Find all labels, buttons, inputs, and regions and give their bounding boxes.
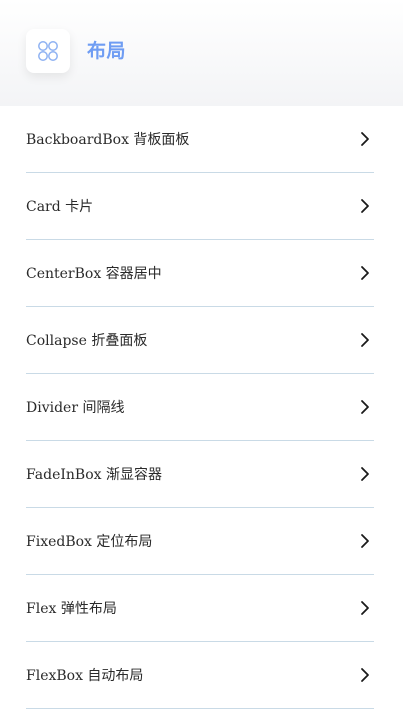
category-icon-badge: [26, 29, 70, 73]
list-item-label: CenterBox 容器居中: [26, 266, 162, 282]
list-item-flexbox[interactable]: FlexBox 自动布局: [26, 642, 374, 709]
list-item-fixedbox[interactable]: FixedBox 定位布局: [26, 508, 374, 575]
page-header: 布局: [0, 0, 403, 106]
chevron-right-icon: [360, 265, 370, 281]
list-item-fadeinbox[interactable]: FadeInBox 渐显容器: [26, 441, 374, 508]
list-item-card[interactable]: Card 卡片: [26, 173, 374, 240]
chevron-right-icon: [360, 466, 370, 482]
list-item-label: FixedBox 定位布局: [26, 534, 153, 550]
list-item-label: FadeInBox 渐显容器: [26, 467, 162, 483]
list-item-collapse[interactable]: Collapse 折叠面板: [26, 307, 374, 374]
chevron-right-icon: [360, 399, 370, 415]
page-title: 布局: [87, 40, 127, 62]
chevron-right-icon: [360, 600, 370, 616]
list-item-label: BackboardBox 背板面板: [26, 132, 190, 148]
component-list: BackboardBox 背板面板 Card 卡片 CenterBox 容器居中…: [26, 106, 374, 709]
chevron-right-icon: [360, 533, 370, 549]
list-item-label: FlexBox 自动布局: [26, 668, 144, 684]
chevron-right-icon: [360, 332, 370, 348]
chevron-right-icon: [360, 667, 370, 683]
chevron-right-icon: [360, 198, 370, 214]
grid-circles-icon: [37, 40, 59, 62]
list-item-label: Divider 间隔线: [26, 400, 125, 416]
list-item-flex[interactable]: Flex 弹性布局: [26, 575, 374, 642]
list-item-centerbox[interactable]: CenterBox 容器居中: [26, 240, 374, 307]
list-item-label: Card 卡片: [26, 199, 94, 215]
list-item-label: Collapse 折叠面板: [26, 333, 148, 349]
list-item-backboardbox[interactable]: BackboardBox 背板面板: [26, 106, 374, 173]
chevron-right-icon: [360, 131, 370, 147]
list-item-divider[interactable]: Divider 间隔线: [26, 374, 374, 441]
list-item-label: Flex 弹性布局: [26, 601, 117, 617]
